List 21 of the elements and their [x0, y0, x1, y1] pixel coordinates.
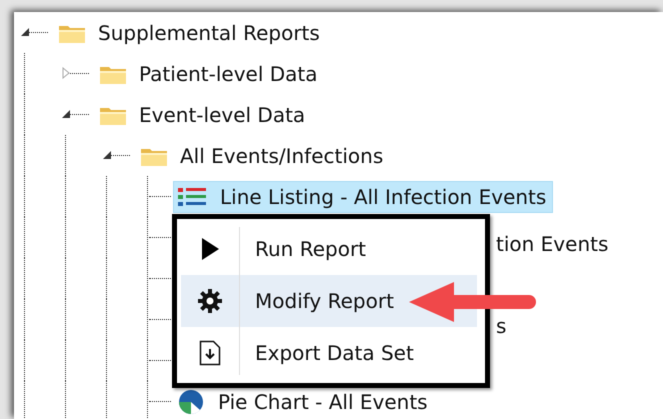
folder-name[interactable]: Supplemental Reports: [94, 18, 324, 48]
arrow-icon: [408, 281, 536, 323]
collapse-arrow-icon[interactable]: [101, 149, 113, 161]
folder-name[interactable]: Event-level Data: [135, 100, 310, 130]
pie-chart-icon: [176, 388, 206, 414]
folder-name[interactable]: All Events/Infections: [176, 140, 388, 170]
download-file-icon: [199, 340, 221, 366]
report-name[interactable]: Pie Chart - All Events: [214, 386, 432, 416]
play-icon: [200, 237, 220, 261]
collapse-arrow-icon[interactable]: [60, 108, 72, 120]
folder-name[interactable]: Patient-level Data: [135, 58, 322, 88]
settings-icon: [198, 289, 222, 313]
list-icon: [176, 186, 208, 208]
menu-item[interactable]: Run Report: [181, 223, 477, 275]
report-name[interactable]: s: [492, 318, 510, 332]
report-name[interactable]: tion Events: [492, 236, 612, 250]
menu-item[interactable]: Modify Report: [181, 275, 477, 327]
collapse-arrow-icon[interactable]: [19, 26, 31, 38]
selected-tree-item[interactable]: Line Listing - All Infection Events: [173, 180, 554, 212]
menu-item[interactable]: Export Data Set: [181, 327, 477, 379]
report-name[interactable]: Line Listing - All Infection Events: [216, 182, 550, 212]
